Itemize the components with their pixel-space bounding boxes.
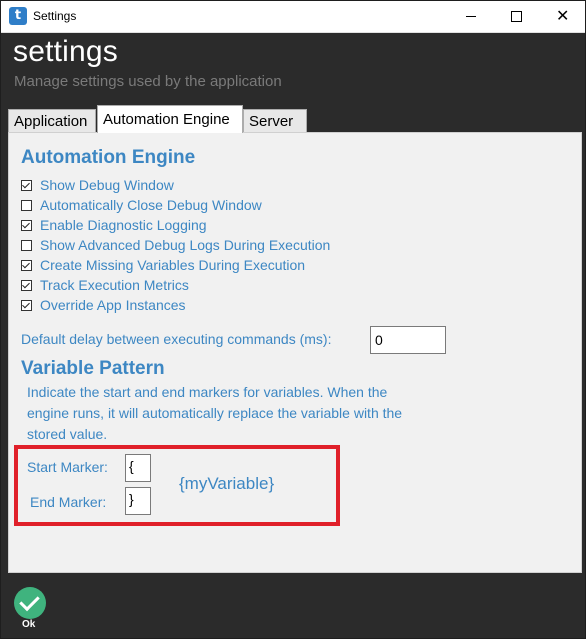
checkbox[interactable] <box>21 299 32 311</box>
checkbox[interactable] <box>21 219 32 231</box>
option-label: Show Debug Window <box>40 177 174 193</box>
variable-pattern-description: Indicate the start and end markers for v… <box>27 384 403 442</box>
start-marker-label: Start Marker: <box>27 459 108 475</box>
option-auto-close-debug-window[interactable]: Automatically Close Debug Window <box>21 195 330 215</box>
maximize-icon <box>511 11 522 22</box>
start-marker-input[interactable]: { <box>125 454 151 482</box>
end-marker-label: End Marker: <box>30 494 107 510</box>
tab-application[interactable]: Application <box>8 109 96 132</box>
close-icon: ✕ <box>556 6 570 25</box>
ok-button[interactable] <box>14 587 46 619</box>
option-label: Show Advanced Debug Logs During Executio… <box>40 237 331 253</box>
checkbox[interactable] <box>21 279 32 291</box>
variable-preview: {myVariable} <box>179 474 275 493</box>
options-list: Show Debug Window Automatically Close De… <box>21 175 330 315</box>
close-button[interactable]: ✕ <box>539 1 585 32</box>
option-show-advanced-debug-logs[interactable]: Show Advanced Debug Logs During Executio… <box>21 235 330 255</box>
checkbox[interactable] <box>21 239 32 251</box>
settings-window: t Settings ✕ settings Manage settings us… <box>0 0 586 639</box>
tab-server[interactable]: Server <box>243 109 307 132</box>
app-icon: t <box>9 7 27 25</box>
option-enable-diagnostic-logging[interactable]: Enable Diagnostic Logging <box>21 215 330 235</box>
highlight-box <box>14 445 340 526</box>
ok-label: Ok <box>22 619 36 630</box>
option-show-debug-window[interactable]: Show Debug Window <box>21 175 330 195</box>
option-override-app-instances[interactable]: Override App Instances <box>21 295 330 315</box>
delay-label: Default delay between executing commands… <box>21 331 332 347</box>
section-title-automation-engine: Automation Engine <box>21 147 196 168</box>
option-label: Create Missing Variables During Executio… <box>40 257 306 273</box>
option-create-missing-variables[interactable]: Create Missing Variables During Executio… <box>21 255 330 275</box>
tab-automation-engine[interactable]: Automation Engine <box>97 105 243 133</box>
delay-input[interactable]: 0 <box>370 326 446 354</box>
page-subtitle: Manage settings used by the application <box>14 73 282 90</box>
checkbox[interactable] <box>21 179 32 191</box>
window-title: Settings <box>33 9 77 23</box>
option-track-execution-metrics[interactable]: Track Execution Metrics <box>21 275 330 295</box>
checkmark-icon <box>19 590 40 612</box>
option-label: Override App Instances <box>40 297 186 313</box>
section-title-variable-pattern: Variable Pattern <box>21 358 165 379</box>
option-label: Automatically Close Debug Window <box>40 197 262 213</box>
minimize-icon <box>466 16 476 17</box>
option-label: Enable Diagnostic Logging <box>40 217 207 233</box>
checkbox[interactable] <box>21 259 32 271</box>
page-title: settings <box>13 35 118 68</box>
option-label: Track Execution Metrics <box>40 277 189 293</box>
maximize-button[interactable] <box>493 1 539 32</box>
minimize-button[interactable] <box>448 1 494 32</box>
end-marker-input[interactable]: } <box>125 487 151 515</box>
title-bar[interactable]: t Settings ✕ <box>1 1 585 33</box>
checkbox[interactable] <box>21 199 32 211</box>
tab-panel-automation-engine: Automation Engine Show Debug Window Auto… <box>8 132 582 573</box>
